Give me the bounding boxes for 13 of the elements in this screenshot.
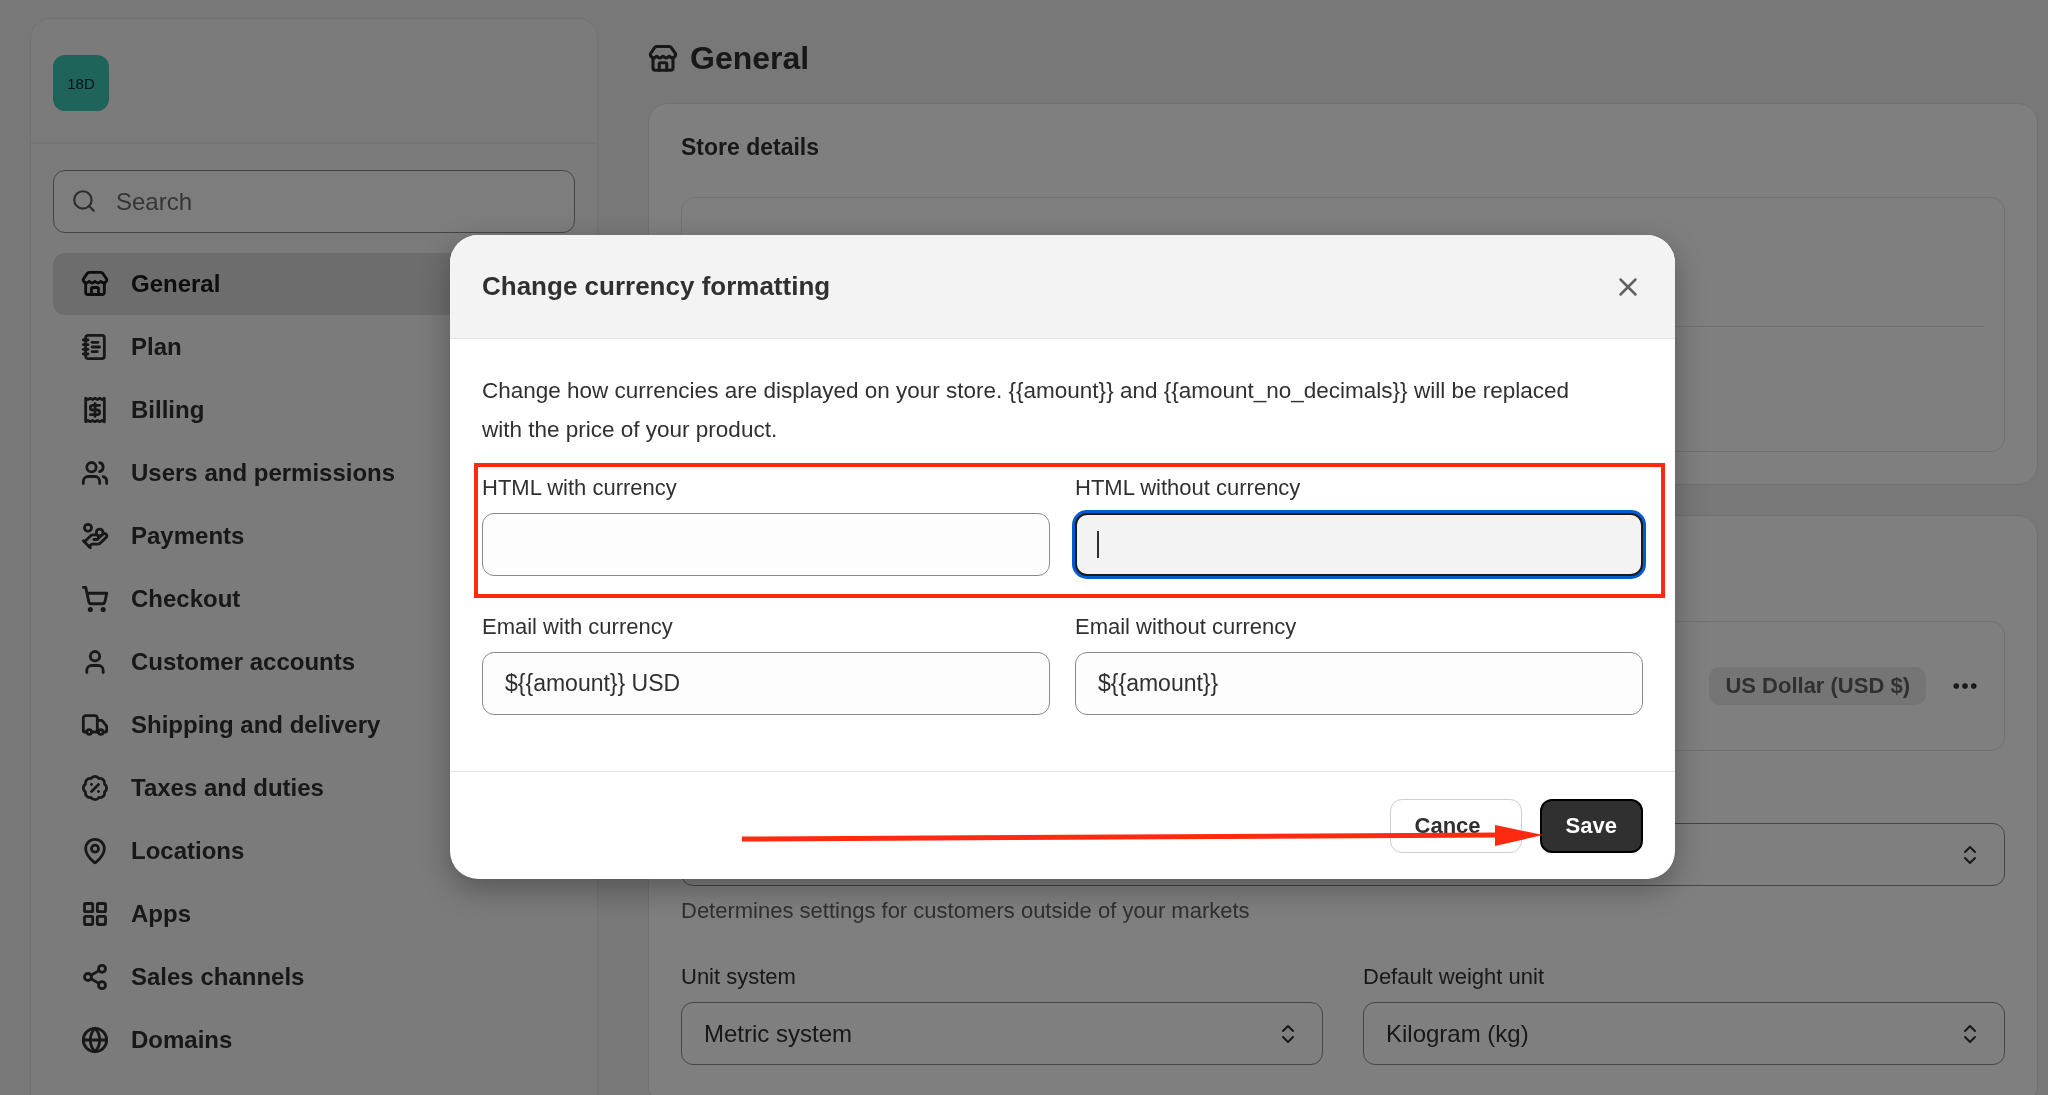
modal-description: Change how currencies are displayed on your store. {{amount}} and {{amount_no_decimals}} will be replaced with the price of your product. (482, 377, 1570, 444)
field-label: HTML without currency (1075, 475, 1302, 501)
currency-badge: US Dollar (USD $) (1709, 667, 1926, 705)
field-label: HTML with currency (482, 475, 678, 501)
select-value: Kilogram (kg) (1386, 1019, 1529, 1048)
field-label: Default weight unit (1363, 964, 1545, 990)
field-label: Email without currency (1075, 614, 1298, 640)
help-text: Determines settings for customers outside of your markets (681, 898, 1251, 924)
page-title: General (690, 40, 810, 77)
select-value: Metric system (704, 1019, 852, 1048)
field-label: Unit system (681, 964, 797, 990)
card-title: Store details (681, 134, 821, 161)
field-label: Email with currency (482, 614, 674, 640)
